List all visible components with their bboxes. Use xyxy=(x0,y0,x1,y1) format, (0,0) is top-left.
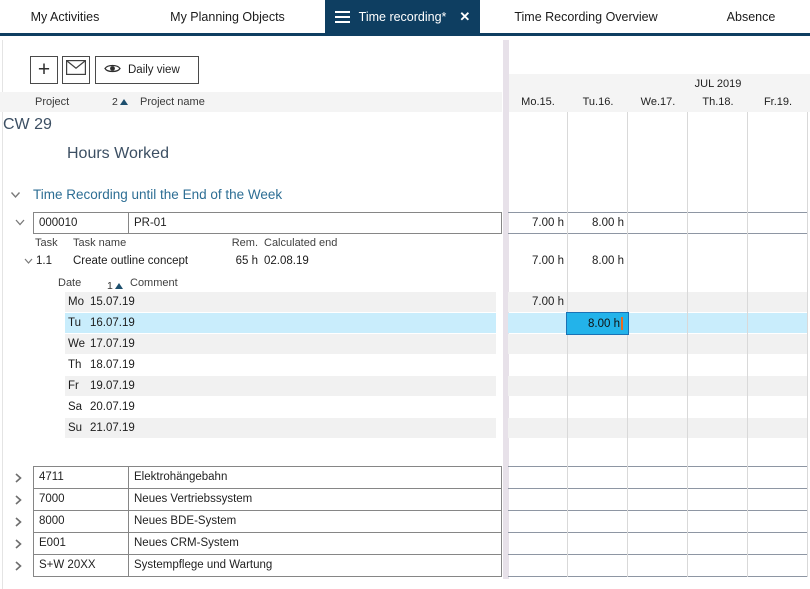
project-id-cell[interactable]: 000010 xyxy=(33,212,129,234)
col-task: Task xyxy=(35,237,58,249)
project-name-cell[interactable]: Neues CRM-System xyxy=(128,532,502,555)
project-row-grid xyxy=(508,532,808,555)
col-calculated-end: Calculated end xyxy=(264,237,337,249)
tab-absence[interactable]: Absence xyxy=(692,0,810,33)
time-recording-app: My Activities My Planning Objects Time r… xyxy=(0,0,810,589)
chevron-right-icon[interactable] xyxy=(15,517,26,525)
view-mode-button[interactable]: Daily view xyxy=(95,56,199,84)
col-day-we[interactable]: We.17. xyxy=(628,96,688,108)
add-button[interactable]: + xyxy=(30,56,58,84)
project-id-cell[interactable]: 4711 xyxy=(33,466,129,489)
sort-indicator-project[interactable]: 2 xyxy=(112,92,128,112)
day-row-fr[interactable]: Fr 19.07.19 xyxy=(0,376,810,397)
eye-icon xyxy=(104,63,121,77)
chevron-right-icon[interactable] xyxy=(15,539,26,547)
left-column-header: Project 2 Project name xyxy=(0,92,502,112)
tabbar-accent-strip xyxy=(0,33,810,36)
tab-my-planning-objects[interactable]: My Planning Objects xyxy=(130,0,325,33)
task-name[interactable]: Create outline concept xyxy=(73,255,188,267)
col-project[interactable]: Project xyxy=(35,92,69,112)
project-name-cell[interactable]: Elektrohängebahn xyxy=(128,466,502,489)
col-project-name[interactable]: Project name xyxy=(140,92,205,112)
chevron-down-icon[interactable] xyxy=(15,219,26,227)
task-hours-tu[interactable]: 8.00 h xyxy=(568,251,626,272)
chevron-down-icon[interactable] xyxy=(24,258,35,266)
week-label: CW 29 xyxy=(3,116,52,134)
project-name-cell[interactable]: PR-01 xyxy=(128,212,502,234)
day-row-sa[interactable]: Sa 20.07.19 xyxy=(0,397,810,418)
tab-my-activities[interactable]: My Activities xyxy=(0,0,130,33)
project-name-cell[interactable]: Systempflege und Wartung xyxy=(128,554,502,577)
tab-time-recording-label: Time recording* xyxy=(359,10,447,24)
tab-time-recording[interactable]: Time recording* ✕ xyxy=(325,0,480,33)
day-row-we[interactable]: We 17.07.19 xyxy=(0,334,810,355)
col-day-fr[interactable]: Fr.19. xyxy=(748,96,808,108)
task-id[interactable]: 1.1 xyxy=(36,255,52,267)
project-name-cell[interactable]: Neues BDE-System xyxy=(128,510,502,533)
col-day-th[interactable]: Th.18. xyxy=(688,96,748,108)
project-row-grid xyxy=(508,488,808,511)
day-hours-mo[interactable]: 7.00 h xyxy=(508,292,566,312)
text-caret xyxy=(621,317,623,330)
hours-edit-cell[interactable]: 8.00 h xyxy=(566,312,629,335)
close-tab-icon[interactable]: ✕ xyxy=(459,9,470,25)
col-rem: Rem. xyxy=(225,237,258,249)
chevron-down-icon[interactable] xyxy=(10,191,21,199)
project-hours-tu[interactable]: 8.00 h xyxy=(568,212,626,234)
tab-time-recording-overview[interactable]: Time Recording Overview xyxy=(480,0,692,33)
task-hours-mo[interactable]: 7.00 h xyxy=(508,251,566,272)
project-id-cell[interactable]: 7000 xyxy=(33,488,129,511)
sort-asc-icon xyxy=(120,99,128,105)
month-label: JUL 2019 xyxy=(688,78,748,90)
chevron-right-icon[interactable] xyxy=(15,561,26,569)
day-row-su[interactable]: Su 21.07.19 xyxy=(0,418,810,439)
col-date: Date xyxy=(58,277,81,289)
task-calculated-end: 02.08.19 xyxy=(264,255,309,267)
envelope-icon xyxy=(66,60,86,80)
col-comment: Comment xyxy=(130,277,178,289)
project-row-grid xyxy=(508,466,808,489)
project-row-grid xyxy=(508,554,808,577)
hours-edit-value: 8.00 h xyxy=(588,318,620,330)
col-day-mo[interactable]: Mo.15. xyxy=(508,96,568,108)
project-row-grid xyxy=(508,510,808,533)
col-task-name: Task name xyxy=(73,237,126,249)
col-day-tu[interactable]: Tu.16. xyxy=(568,96,628,108)
chevron-right-icon[interactable] xyxy=(15,495,26,503)
chevron-right-icon[interactable] xyxy=(15,473,26,481)
tab-bar: My Activities My Planning Objects Time r… xyxy=(0,0,810,33)
sort-asc-icon xyxy=(115,283,123,289)
project-id-cell[interactable]: S+W 20XX xyxy=(33,554,129,577)
hours-worked-label: Hours Worked xyxy=(67,145,169,163)
day-row-tu[interactable]: Tu 16.07.19 xyxy=(0,313,810,334)
day-row-th[interactable]: Th 18.07.19 xyxy=(0,355,810,376)
view-mode-label: Daily view xyxy=(128,64,180,76)
task-remaining: 65 h xyxy=(225,255,258,267)
section-title[interactable]: Time Recording until the End of the Week xyxy=(33,187,282,202)
project-id-cell[interactable]: 8000 xyxy=(33,510,129,533)
day-row-mo[interactable]: Mo 15.07.19 xyxy=(0,292,810,313)
mail-button[interactable] xyxy=(62,56,90,84)
hamburger-menu-icon[interactable] xyxy=(335,11,350,23)
project-hours-mo[interactable]: 7.00 h xyxy=(508,212,566,234)
project-name-cell[interactable]: Neues Vertriebssystem xyxy=(128,488,502,511)
project-id-cell[interactable]: E001 xyxy=(33,532,129,555)
